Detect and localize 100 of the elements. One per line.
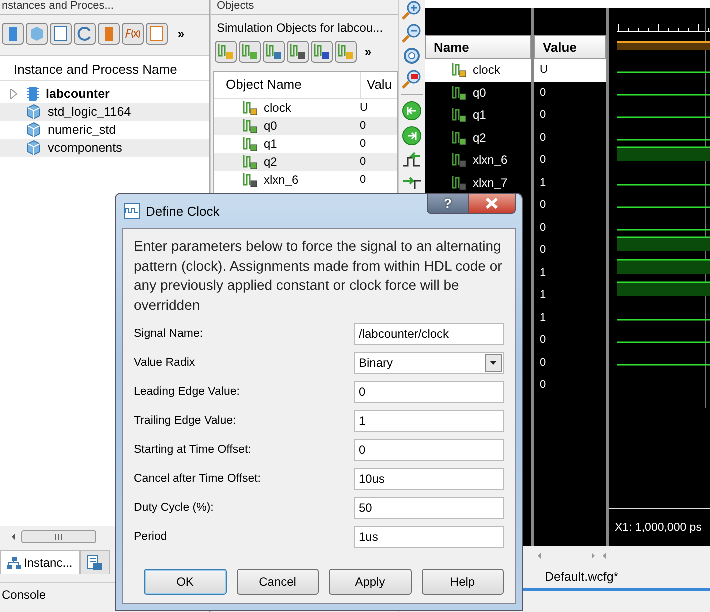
signal-icon [242, 100, 258, 116]
signal-value: 0 [539, 86, 548, 101]
signal-icon[interactable] [311, 41, 333, 63]
signal-value: 0 [539, 198, 548, 214]
overflow-button[interactable]: » [178, 27, 185, 41]
chip-icon[interactable] [2, 23, 24, 45]
field-label: Signal Name: [134, 328, 204, 340]
signal-value: 0 [539, 333, 548, 348]
signal-icon[interactable] [287, 41, 309, 63]
field-label: Duty Cycle (%): [134, 502, 215, 514]
field-label: Period [134, 530, 168, 542]
signal-icon [451, 130, 467, 146]
signal-icon [451, 84, 467, 101]
object-name[interactable]: clock [264, 101, 292, 115]
object-value: 0 [359, 174, 366, 186]
tree-item[interactable]: labcounter [46, 87, 110, 101]
expand-icon[interactable] [10, 89, 18, 99]
signal-name[interactable]: xlxn_6 [473, 153, 508, 168]
input-field[interactable]: 0 [354, 438, 504, 460]
object-value: U [359, 102, 368, 114]
overflow-button[interactable]: » [365, 45, 372, 59]
field-label: Starting at Time Offset: [134, 444, 252, 456]
signal-icon [242, 154, 258, 170]
signal-value: 0 [539, 243, 548, 258]
panel-title: Objects [211, 0, 398, 15]
object-name[interactable]: q2 [264, 155, 278, 169]
column-header: Name [425, 35, 531, 59]
input-field[interactable]: /labcounter/clock [354, 322, 504, 344]
signal-icon [451, 107, 467, 124]
signal-value: 1 [539, 310, 548, 326]
column-header: Instance and Process Name [0, 60, 209, 81]
dialog-button[interactable]: Apply [329, 569, 412, 595]
panel-tab[interactable]: Instanc... [0, 550, 80, 574]
signal-icon[interactable] [239, 41, 261, 63]
refresh-icon[interactable] [74, 23, 96, 45]
dialog-button[interactable]: Cancel [236, 569, 319, 595]
signal-name[interactable]: q2 [473, 130, 486, 145]
cube-icon[interactable] [26, 23, 48, 45]
signal-name[interactable]: xlxn_7 [473, 176, 508, 190]
object-name[interactable]: q0 [264, 119, 278, 133]
signal-value: 1 [539, 288, 548, 304]
object-value: 0 [359, 156, 366, 168]
chip-icon[interactable] [98, 23, 120, 45]
input-field[interactable]: 1us [354, 526, 504, 548]
signal-icon [242, 118, 258, 134]
column-header: Value [534, 35, 606, 59]
column-header: Valu [366, 76, 392, 94]
tree-item[interactable]: numeric_std [48, 123, 116, 137]
function-icon[interactable] [122, 23, 144, 45]
signal-name[interactable]: q1 [473, 108, 486, 122]
field-label: Leading Edge Value: [134, 386, 241, 398]
close-button[interactable] [469, 193, 516, 214]
signal-icon[interactable] [263, 41, 285, 63]
input-field[interactable]: 0 [354, 380, 504, 402]
signal-value: 0 [539, 220, 548, 236]
signal-value: U [534, 59, 606, 82]
panel-title: nstances and Proces... [0, 0, 209, 15]
table-icon[interactable] [86, 554, 103, 570]
go-to-end-icon[interactable] [401, 125, 423, 147]
zoom-fit-icon[interactable] [401, 46, 423, 66]
signal-value: 0 [539, 378, 548, 394]
field-label: Value Radix [134, 356, 196, 368]
previous-edge-icon[interactable] [401, 150, 423, 170]
signal-value: 1 [539, 266, 548, 281]
document-icon[interactable] [146, 23, 168, 45]
zoom-out-icon[interactable] [401, 23, 423, 43]
field-label: Trailing Edge Value: [134, 414, 238, 426]
signal-name[interactable]: q0 [473, 86, 486, 100]
input-field[interactable]: 10us [354, 468, 504, 490]
dialog-button[interactable]: Help [422, 569, 504, 595]
signal-name[interactable]: clock [473, 63, 500, 78]
console-tab[interactable]: Console [0, 583, 46, 607]
input-field[interactable]: 50 [354, 496, 504, 518]
signal-value: 0 [539, 356, 548, 371]
signal-icon [451, 152, 467, 168]
signal-value: 0 [539, 108, 548, 124]
cube-icon [26, 104, 42, 120]
dialog-button[interactable]: OK [144, 569, 226, 595]
object-name[interactable]: q1 [264, 137, 278, 151]
chip-icon [26, 86, 40, 102]
column-header: Object Name [214, 72, 361, 98]
dropdown[interactable]: Binary [354, 352, 504, 374]
horizontal-scrollbar[interactable] [537, 550, 607, 562]
signal-icon[interactable] [335, 41, 357, 63]
signal-icon[interactable] [215, 41, 237, 63]
signal-value: 0 [539, 153, 548, 168]
signal-icon [242, 136, 258, 152]
window-title: Define Clock [146, 204, 221, 218]
horizontal-scrollbar[interactable] [10, 530, 98, 544]
cube-icon [26, 122, 42, 138]
document-tab[interactable]: Default.wcfg* [541, 566, 623, 588]
document-icon[interactable] [50, 23, 72, 45]
zoom-cursor-icon[interactable] [401, 69, 423, 89]
panel-subtitle: Simulation Objects for labcou... [216, 20, 384, 37]
go-to-start-icon[interactable] [401, 100, 423, 122]
zoom-in-icon[interactable] [401, 0, 423, 20]
object-name[interactable]: xlxn_6 [264, 173, 299, 187]
input-field[interactable]: 1 [354, 410, 504, 432]
signal-icon [242, 172, 258, 188]
object-value: 0 [359, 120, 366, 132]
